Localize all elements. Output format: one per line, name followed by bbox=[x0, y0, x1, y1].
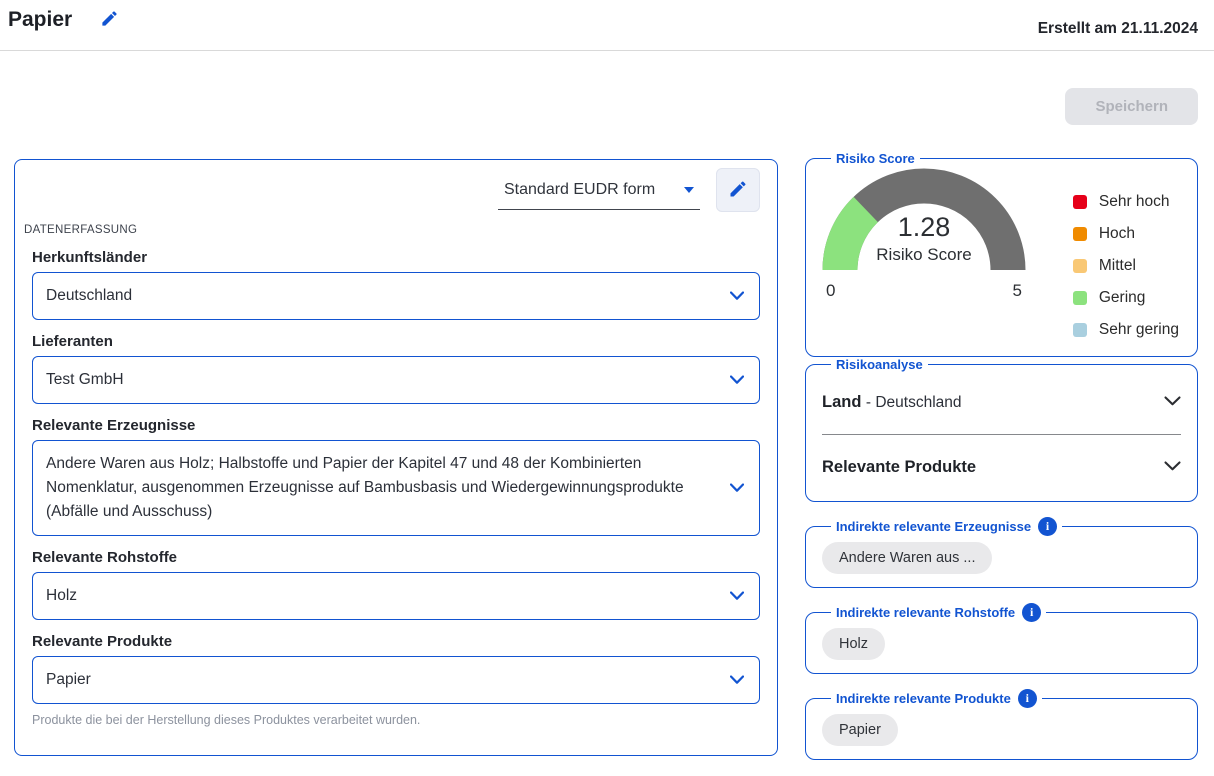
chevron-down-icon bbox=[1164, 458, 1181, 476]
gauge-max-label: 5 bbox=[1013, 281, 1022, 301]
page-title: Papier bbox=[8, 8, 72, 32]
field-label: Relevante Rohstoffe bbox=[32, 549, 760, 566]
relevante-erzeugnisse-select[interactable]: Andere Waren aus Holz; Halbstoffe und Pa… bbox=[32, 440, 760, 536]
legend-item-sehr-hoch: Sehr hoch bbox=[1073, 186, 1179, 218]
legend-label: Sehr hoch bbox=[1099, 193, 1170, 211]
save-button[interactable]: Speichern bbox=[1065, 88, 1198, 125]
select-value: Deutschland bbox=[46, 287, 132, 305]
form-template-value: Standard EUDR form bbox=[504, 181, 655, 199]
info-icon[interactable]: i bbox=[1018, 689, 1037, 708]
chevron-down-icon bbox=[1164, 393, 1181, 411]
analysis-divider bbox=[822, 434, 1181, 435]
pencil-icon bbox=[728, 179, 748, 202]
herkunftslaender-select[interactable]: Deutschland bbox=[32, 272, 760, 320]
chevron-down-icon bbox=[730, 484, 744, 493]
risk-score-title-text: Risiko Score bbox=[836, 151, 915, 166]
caret-down-icon bbox=[684, 187, 694, 193]
indirect-produkte-card: Indirekte relevante Produkte i Papier bbox=[805, 689, 1198, 760]
legend-label: Sehr gering bbox=[1099, 321, 1179, 339]
select-value: Test GmbH bbox=[46, 371, 124, 389]
legend-item-hoch: Hoch bbox=[1073, 218, 1179, 250]
legend-swatch bbox=[1073, 227, 1087, 241]
edit-title-button[interactable] bbox=[100, 9, 119, 31]
chevron-down-icon bbox=[730, 592, 744, 601]
accordion-land-value: - Deutschland bbox=[866, 394, 962, 411]
indirect-erzeugnisse-title-text: Indirekte relevante Erzeugnisse bbox=[836, 519, 1031, 534]
legend-swatch bbox=[1073, 323, 1087, 337]
field-label: Relevante Produkte bbox=[32, 633, 760, 650]
legend-swatch bbox=[1073, 259, 1087, 273]
legend-item-sehr-gering: Sehr gering bbox=[1073, 314, 1179, 346]
indirect-produkte-title-text: Indirekte relevante Produkte bbox=[836, 691, 1011, 706]
gauge-min-label: 0 bbox=[826, 281, 835, 301]
indirect-rohstoffe-title: Indirekte relevante Rohstoffe i bbox=[831, 603, 1046, 622]
chevron-down-icon bbox=[730, 376, 744, 385]
accordion-produkte-label: Relevante Produkte bbox=[822, 458, 976, 476]
legend-label: Hoch bbox=[1099, 225, 1135, 243]
field-group-relevante-rohstoffe: Relevante Rohstoffe Holz bbox=[32, 549, 760, 620]
relevante-produkte-select[interactable]: Papier bbox=[32, 656, 760, 704]
accordion-land[interactable]: Land - Deutschland bbox=[822, 376, 1181, 428]
section-label-datenerfassung: DATENERFASSUNG bbox=[24, 224, 760, 236]
info-icon[interactable]: i bbox=[1038, 517, 1057, 536]
chevron-down-icon bbox=[730, 676, 744, 685]
risk-analysis-card: Risikoanalyse Land - Deutschland Relevan… bbox=[805, 357, 1198, 502]
risk-analysis-title-text: Risikoanalyse bbox=[836, 357, 923, 372]
legend-swatch bbox=[1073, 195, 1087, 209]
pencil-icon bbox=[100, 9, 119, 31]
risk-gauge: 1.28 Risiko Score bbox=[822, 168, 1026, 279]
info-icon[interactable]: i bbox=[1022, 603, 1041, 622]
legend-swatch bbox=[1073, 291, 1087, 305]
risk-score-card: Risiko Score 1.28 Risiko Score bbox=[805, 151, 1198, 357]
edit-form-button[interactable] bbox=[716, 168, 760, 212]
chip-rohstoff: Holz bbox=[822, 628, 885, 660]
field-group-herkunftslaender: Herkunftsländer Deutschland bbox=[32, 249, 760, 320]
relevante-rohstoffe-select[interactable]: Holz bbox=[32, 572, 760, 620]
form-template-select[interactable]: Standard EUDR form bbox=[498, 171, 700, 210]
indirect-erzeugnisse-title: Indirekte relevante Erzeugnisse i bbox=[831, 517, 1062, 536]
accordion-relevante-produkte[interactable]: Relevante Produkte bbox=[822, 441, 1181, 493]
field-group-lieferanten: Lieferanten Test GmbH bbox=[32, 333, 760, 404]
risk-legend: Sehr hoch Hoch Mittel Gering bbox=[1073, 168, 1183, 346]
chip-produkt: Papier bbox=[822, 714, 898, 746]
legend-label: Gering bbox=[1099, 289, 1146, 307]
select-value: Andere Waren aus Holz; Halbstoffe und Pa… bbox=[46, 452, 713, 524]
right-column: Risiko Score 1.28 Risiko Score bbox=[805, 151, 1198, 760]
chip-erzeugnis: Andere Waren aus ... bbox=[822, 542, 992, 574]
field-label: Lieferanten bbox=[32, 333, 760, 350]
select-value: Papier bbox=[46, 671, 91, 689]
indirect-rohstoffe-card: Indirekte relevante Rohstoffe i Holz bbox=[805, 603, 1198, 674]
field-group-relevante-produkte: Relevante Produkte Papier Produkte die b… bbox=[32, 633, 760, 727]
lieferanten-select[interactable]: Test GmbH bbox=[32, 356, 760, 404]
legend-item-gering: Gering bbox=[1073, 282, 1179, 314]
legend-label: Mittel bbox=[1099, 257, 1136, 275]
field-label: Herkunftsländer bbox=[32, 249, 760, 266]
field-group-relevante-erzeugnisse: Relevante Erzeugnisse Andere Waren aus H… bbox=[32, 417, 760, 536]
accordion-land-label: Land bbox=[822, 393, 861, 411]
field-label: Relevante Erzeugnisse bbox=[32, 417, 760, 434]
main-content: Standard EUDR form DATENERFASSUNG Herkun… bbox=[0, 125, 1214, 760]
legend-item-mittel: Mittel bbox=[1073, 250, 1179, 282]
toolbar: Speichern bbox=[0, 51, 1214, 125]
field-helper-text: Produkte die bei der Herstellung dieses … bbox=[32, 713, 760, 727]
select-value: Holz bbox=[46, 587, 77, 605]
indirect-rohstoffe-title-text: Indirekte relevante Rohstoffe bbox=[836, 605, 1015, 620]
risk-analysis-card-title: Risikoanalyse bbox=[831, 357, 928, 372]
data-entry-panel: Standard EUDR form DATENERFASSUNG Herkun… bbox=[14, 159, 778, 756]
created-date: Erstellt am 21.11.2024 bbox=[1038, 20, 1198, 38]
chevron-down-icon bbox=[730, 292, 744, 301]
indirect-produkte-title: Indirekte relevante Produkte i bbox=[831, 689, 1042, 708]
page-header: Papier Erstellt am 21.11.2024 bbox=[0, 0, 1214, 38]
indirect-erzeugnisse-card: Indirekte relevante Erzeugnisse i Andere… bbox=[805, 517, 1198, 588]
risk-score-card-title: Risiko Score bbox=[831, 151, 920, 166]
